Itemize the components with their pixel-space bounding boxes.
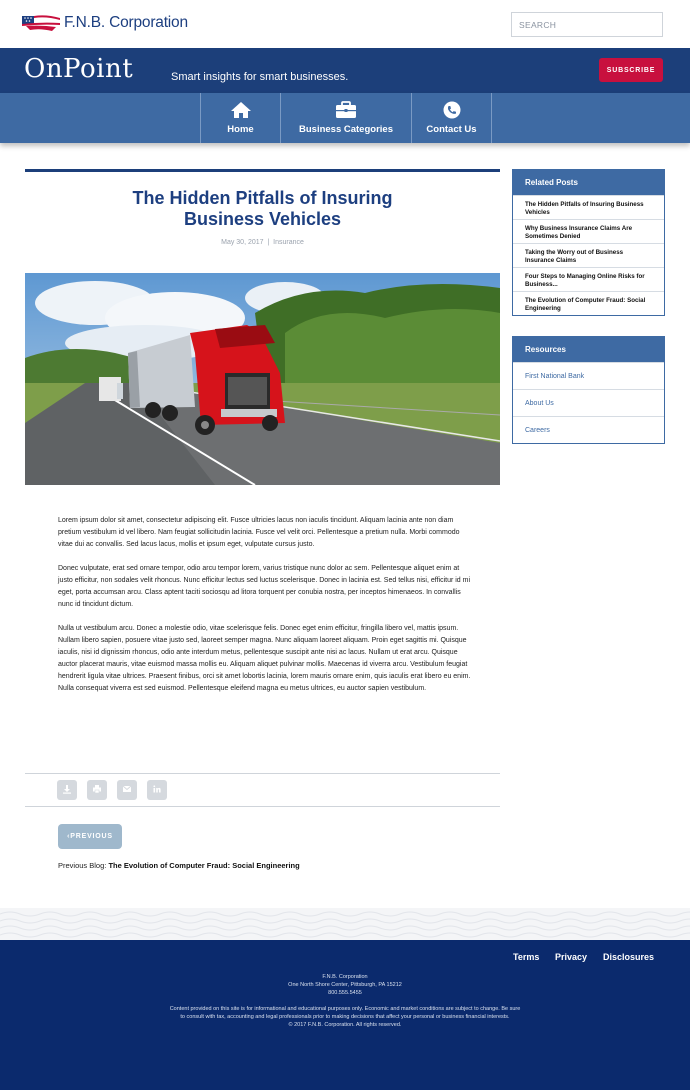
- phone-icon: [441, 101, 463, 119]
- briefcase-icon: [335, 101, 357, 119]
- resource-link-about-us[interactable]: About Us: [513, 389, 664, 416]
- footer-address: One North Shore Center, Pittsburgh, PA 1…: [288, 982, 402, 988]
- onpoint-banner: OnPoint Smart insights for smart busines…: [0, 48, 690, 93]
- email-share-button[interactable]: [117, 780, 137, 800]
- footer-phone: 800.555.5455: [328, 990, 362, 996]
- article-category[interactable]: Insurance: [273, 239, 304, 246]
- home-icon: [230, 101, 252, 119]
- print-icon: [92, 781, 102, 799]
- footer-link-terms[interactable]: Terms: [513, 952, 539, 962]
- footer-disclaimer-2: to consult with tax, accounting and lega…: [180, 1014, 510, 1020]
- subscribe-button[interactable]: SUBSCRIBE: [599, 58, 663, 82]
- nav-item-contact-us[interactable]: Contact Us: [411, 93, 492, 143]
- share-divider-bottom: [25, 806, 500, 807]
- meta-separator: |: [267, 239, 270, 246]
- nav-item-home[interactable]: Home: [200, 93, 280, 143]
- previous-button-label: PREVIOUS: [70, 833, 113, 840]
- nav-label-business-categories: Business Categories: [299, 124, 393, 135]
- download-icon: [62, 781, 72, 799]
- site-footer: Terms Privacy Disclosures F.N.B. Corpora…: [0, 940, 690, 1090]
- footer-company: F.N.B. Corporation: [322, 974, 368, 980]
- nav-item-business-categories[interactable]: Business Categories: [280, 93, 411, 143]
- linkedin-share-button[interactable]: [147, 780, 167, 800]
- search-input[interactable]: [511, 12, 663, 37]
- related-post-item[interactable]: The Hidden Pitfalls of Insuring Business…: [513, 195, 664, 219]
- hero-image-truck: [25, 273, 500, 485]
- download-button[interactable]: [57, 780, 77, 800]
- previous-blog-link[interactable]: The Evolution of Computer Fraud: Social …: [108, 861, 299, 870]
- related-posts-title: Related Posts: [513, 170, 664, 195]
- related-post-item[interactable]: Taking the Worry out of Business Insuran…: [513, 243, 664, 267]
- nav-label-home: Home: [227, 124, 254, 135]
- previous-blog-label: Previous Blog:: [58, 861, 107, 870]
- email-icon: [122, 781, 132, 799]
- resource-link-first-national-bank[interactable]: First National Bank: [513, 362, 664, 389]
- resources-title: Resources: [513, 337, 664, 362]
- article-top-rule: [25, 169, 500, 172]
- paragraph: Lorem ipsum dolor sit amet, consectetur …: [58, 517, 460, 548]
- footer-link-disclosures[interactable]: Disclosures: [603, 952, 654, 962]
- footer-wave-pattern: [0, 908, 690, 940]
- resources-panel: Resources First National Bank About Us C…: [512, 336, 665, 444]
- previous-blog: Previous Blog: The Evolution of Computer…: [58, 861, 300, 870]
- linkedin-icon: [152, 781, 162, 799]
- paragraph: Donec vulputate, erat sed ornare tempor,…: [58, 565, 471, 608]
- paragraph: Nulla ut vestibulum arcu. Donec a molest…: [58, 625, 471, 692]
- previous-button[interactable]: ‹PREVIOUS: [58, 824, 122, 849]
- share-divider-top: [25, 773, 500, 774]
- flag-icon: [22, 14, 62, 32]
- footer-copyright: © 2017 F.N.B. Corporation. All rights re…: [288, 1022, 402, 1028]
- related-posts-panel: Related Posts The Hidden Pitfalls of Ins…: [512, 169, 665, 316]
- print-button[interactable]: [87, 780, 107, 800]
- title-line-1: The Hidden Pitfalls of Insuring: [132, 188, 393, 208]
- title-line-2: Business Vehicles: [183, 209, 342, 229]
- article-body: Lorem ipsum dolor sit amet, consectetur …: [58, 515, 473, 707]
- fnb-logo[interactable]: F.N.B. Corporation: [22, 14, 188, 32]
- article-meta: May 30, 2017 | Insurance: [25, 239, 500, 246]
- footer-disclaimer-1: Content provided on this site is for inf…: [169, 1006, 521, 1012]
- nav-label-contact-us: Contact Us: [426, 124, 477, 135]
- related-post-item[interactable]: Why Business Insurance Claims Are Someti…: [513, 219, 664, 243]
- logo-text: F.N.B. Corporation: [64, 14, 188, 31]
- brand-title[interactable]: OnPoint: [24, 54, 133, 84]
- related-post-item[interactable]: The Evolution of Computer Fraud: Social …: [513, 291, 664, 315]
- top-bar: F.N.B. Corporation: [0, 0, 690, 48]
- footer-link-privacy[interactable]: Privacy: [555, 952, 587, 962]
- main-nav: Home Business Categories Contact Us: [0, 93, 690, 143]
- related-post-item[interactable]: Four Steps to Managing Online Risks for …: [513, 267, 664, 291]
- resource-link-careers[interactable]: Careers: [513, 416, 664, 443]
- tagline: Smart insights for smart businesses.: [171, 71, 349, 83]
- article-title: The Hidden Pitfalls of Insuring Business…: [25, 188, 500, 230]
- article-date: May 30, 2017: [221, 239, 264, 246]
